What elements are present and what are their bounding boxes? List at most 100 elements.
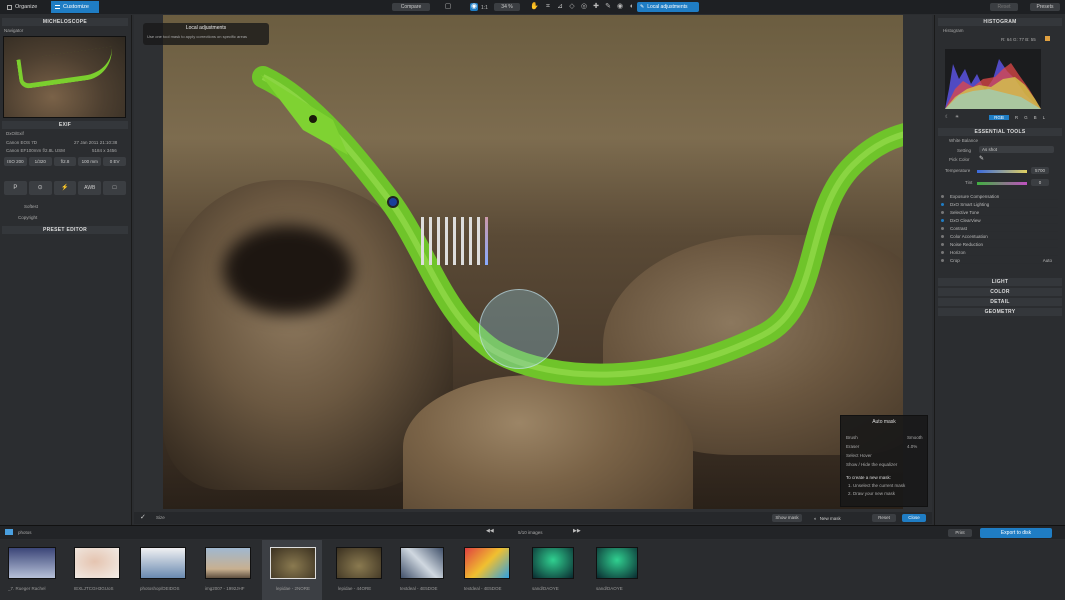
moon-icon[interactable]: ☾ — [945, 114, 949, 120]
film-thumb[interactable] — [596, 547, 638, 579]
film-caption: sand/DAOYE — [596, 586, 623, 591]
hint-title: To create a new mask: — [846, 475, 892, 480]
film-caption: img2007 - 1992JHF — [205, 586, 245, 591]
tool-color-accentuation[interactable]: Color Accentuation — [938, 233, 1058, 240]
next-icon[interactable]: ▶▶ — [573, 528, 581, 534]
film-thumb[interactable] — [205, 547, 251, 579]
tab-organize[interactable]: Organize — [3, 2, 41, 12]
mask-pin[interactable] — [387, 196, 399, 208]
tool-exposure[interactable]: Exposure Compensation — [938, 193, 1058, 200]
brush-icon: ✎ — [640, 4, 645, 10]
sun-icon[interactable]: ☀ — [955, 114, 959, 120]
mask-icon[interactable]: ◐ — [628, 3, 636, 11]
repair-icon[interactable]: ✚ — [592, 3, 600, 11]
film-thumb[interactable] — [8, 547, 56, 579]
tooltip-title: Local adjustments — [185, 25, 227, 31]
perspective-icon[interactable]: ◇ — [568, 3, 576, 11]
film-thumb[interactable] — [400, 547, 444, 579]
show-mask-button[interactable]: Show mask — [772, 514, 802, 522]
white-balance-label[interactable]: White Balance — [949, 138, 978, 143]
photo-viewport[interactable] — [163, 15, 903, 509]
reset-mask-button[interactable]: Reset — [872, 514, 896, 522]
tab-customize[interactable]: Customize — [51, 1, 99, 13]
color-header[interactable]: COLOR — [938, 288, 1062, 296]
navigator-thumbnail[interactable] — [3, 36, 126, 118]
film-caption: lepidae - 2NORE — [276, 586, 311, 591]
eye-icon[interactable]: ◉ — [616, 3, 624, 11]
film-caption: IEXLJTCGH3GUoS — [74, 586, 114, 591]
tool-selective-tone[interactable]: Selective Tone — [938, 209, 1058, 216]
channel-r[interactable]: R — [1015, 115, 1018, 120]
mode-p-icon: P — [4, 181, 27, 195]
image-bottom-toolbar: ✓ Size Show mask ◐ New mask Reset Close — [134, 512, 932, 524]
brush-cursor[interactable] — [479, 289, 559, 369]
hand-icon[interactable]: ✋ — [530, 3, 539, 11]
exif-values-row: ISO 200 1/320 f/2.8 100 mm 0 EV — [4, 157, 126, 166]
film-caption: _7. Rueger Rachel — [8, 586, 46, 591]
exif-focal: 100 mm — [78, 157, 102, 166]
setting-select[interactable]: As shot — [979, 146, 1054, 153]
film-thumb[interactable] — [532, 547, 574, 579]
temperature-value[interactable]: 5700 — [1031, 167, 1049, 174]
reset-top-button[interactable]: Reset — [990, 3, 1018, 11]
detail-header[interactable]: DETAIL — [938, 298, 1062, 306]
exif-date: 27 Jan 2011 21:10:38 — [74, 140, 118, 145]
brush-option[interactable]: Brush — [846, 435, 858, 440]
folder-icon[interactable] — [5, 529, 13, 535]
hint-line1: 1. Unselect the current mask — [848, 483, 906, 488]
tool-noise-reduction[interactable]: Noise Reduction — [938, 241, 1058, 248]
film-thumb[interactable] — [140, 547, 186, 579]
tool-clearview[interactable]: DxO ClearView — [938, 217, 1058, 224]
tool-crop[interactable]: Crop Auto — [938, 257, 1058, 264]
tint-value[interactable]: 0 — [1031, 179, 1049, 186]
navigator-label: Navigator — [4, 28, 24, 33]
film-thumb[interactable] — [464, 547, 510, 579]
channel-rgb[interactable]: RGB — [989, 114, 1009, 120]
picker-icon[interactable]: ✎ — [604, 3, 612, 11]
copyright-label: Copyright — [18, 215, 38, 220]
print-button[interactable]: Print — [948, 529, 972, 537]
prev-icon[interactable]: ◀◀ — [486, 528, 494, 534]
temperature-slider[interactable] — [977, 170, 1027, 173]
exif-camera: Canon EOS 7D — [6, 140, 38, 145]
check-icon[interactable]: ✓ — [140, 513, 146, 521]
equalizer-widget[interactable] — [415, 209, 493, 265]
tool-horizon[interactable]: Horizon — [938, 249, 1058, 256]
preset-editor-header[interactable]: PRESET EDITOR — [2, 226, 128, 234]
geometry-header[interactable]: GEOMETRY — [938, 308, 1062, 316]
film-thumb[interactable] — [74, 547, 120, 579]
light-header[interactable]: LIGHT — [938, 278, 1062, 286]
presets-button[interactable]: Presets — [1030, 3, 1060, 11]
export-button[interactable]: Export to disk — [980, 528, 1052, 538]
eraser-option[interactable]: Eraser — [846, 444, 859, 449]
histogram-header: HISTOGRAM — [938, 18, 1062, 26]
exif-aperture: f/2.8 — [53, 157, 77, 166]
new-mask-button[interactable]: ◐ New mask — [814, 514, 841, 522]
zoom-select[interactable]: 34 % — [494, 3, 520, 11]
show-hide-option[interactable]: Show / Hide the equalizer — [846, 462, 918, 467]
film-thumb[interactable] — [336, 547, 382, 579]
histogram-values: R: 64 G: 77 B: 55 — [1001, 37, 1036, 42]
photo-snake — [252, 66, 903, 386]
grid-icon — [7, 4, 12, 10]
select-hover-option[interactable]: Select Hover — [846, 453, 872, 458]
film-thumb[interactable] — [270, 547, 316, 579]
close-mask-button[interactable]: Close — [902, 514, 926, 522]
channel-b[interactable]: B — [1034, 115, 1037, 120]
tint-slider[interactable] — [977, 182, 1027, 185]
channel-g[interactable]: G — [1024, 115, 1028, 120]
eyedropper-icon[interactable]: ✎ — [979, 155, 984, 162]
channel-l[interactable]: L — [1043, 115, 1046, 120]
zoom-one-icon[interactable]: ◉ — [470, 3, 478, 11]
redeye-icon[interactable]: ◎ — [580, 3, 588, 11]
compare-button[interactable]: Compare — [392, 3, 430, 11]
tool-contrast[interactable]: Contrast — [938, 225, 1058, 232]
horizon-icon[interactable]: ⊿ — [556, 3, 564, 11]
film-caption: sand/DAOYE — [532, 586, 559, 591]
fit-icon[interactable]: ▢ — [444, 3, 452, 11]
local-adjustments-tooltip: Local adjustments Use one tool mask to a… — [143, 23, 269, 45]
tool-smart-lighting[interactable]: DxO Smart Lighting — [938, 201, 1058, 208]
mask-add-icon: ◐ — [814, 515, 817, 521]
local-adjustments-button[interactable]: ✎ Local adjustments — [637, 2, 699, 12]
crop-icon[interactable]: ⌗ — [544, 3, 552, 11]
